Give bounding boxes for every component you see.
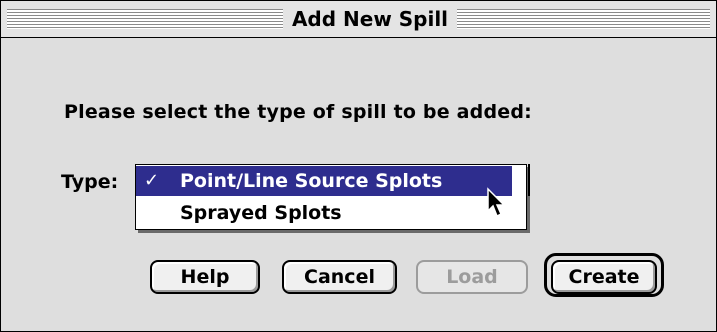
menu-item-point-line-source-splots[interactable]: ✓ Point/Line Source Splots — [136, 166, 512, 196]
menu-item-sprayed-splots[interactable]: Sprayed Splots — [136, 198, 512, 228]
window-title: Add New Spill — [285, 1, 455, 37]
cancel-button[interactable]: Cancel — [282, 260, 397, 294]
menu-item-label: Point/Line Source Splots — [180, 170, 443, 192]
checkmark-icon: ✓ — [144, 170, 160, 191]
title-bar[interactable]: Add New Spill — [1, 1, 716, 38]
dialog-prompt: Please select the type of spill to be ad… — [64, 101, 532, 123]
title-bar-stripes-left — [7, 9, 283, 29]
add-new-spill-dialog: Add New Spill Please select the type of … — [0, 0, 717, 332]
title-bar-stripes-right — [457, 9, 710, 29]
load-button[interactable]: Load — [416, 260, 528, 294]
type-label: Type: — [61, 171, 119, 193]
arrow-cursor-icon — [487, 187, 506, 218]
spill-type-popup-menu[interactable]: ✓ Point/Line Source Splots Sprayed Splot… — [135, 164, 527, 230]
menu-item-label: Sprayed Splots — [180, 202, 342, 224]
create-button[interactable]: Create — [551, 260, 657, 294]
popup-button-edge — [528, 164, 530, 196]
help-button[interactable]: Help — [150, 260, 260, 294]
